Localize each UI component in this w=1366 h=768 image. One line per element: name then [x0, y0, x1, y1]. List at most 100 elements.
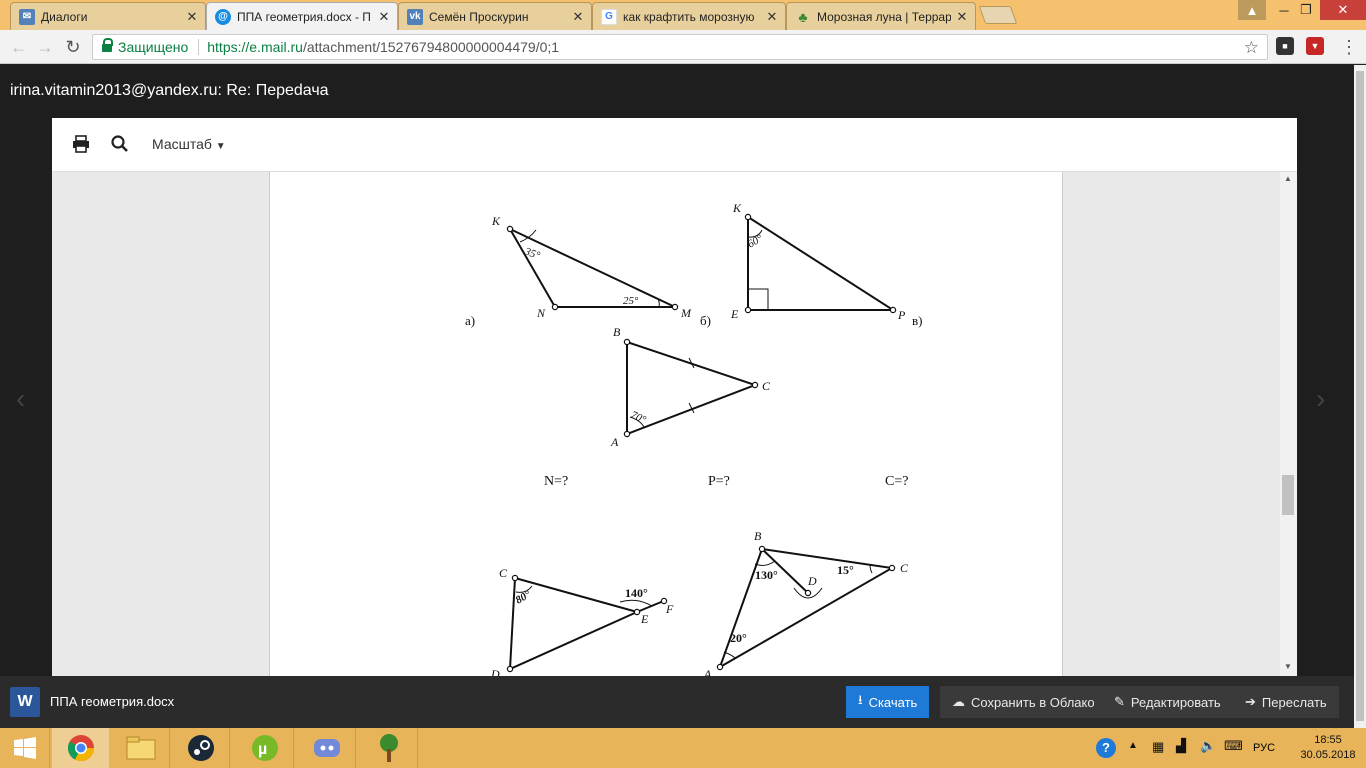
maximize-button[interactable]: ❐ — [1292, 0, 1320, 20]
profile-icon[interactable]: ▲ — [1238, 0, 1266, 20]
angle-label: 80° — [514, 588, 534, 606]
utorrent-icon[interactable]: µ — [236, 728, 294, 768]
close-icon[interactable]: ✕ — [955, 9, 969, 25]
discord-icon[interactable] — [298, 728, 356, 768]
scrollbar-thumb[interactable] — [1282, 475, 1294, 515]
label-C: C — [499, 566, 508, 580]
zoom-dropdown[interactable]: Масштаб ▼ — [152, 136, 226, 152]
forward-arrow-icon: ➔ — [1245, 694, 1256, 709]
geometry-figures: K N M 35° 25° а) K E P 60° б) B A C 70° … — [465, 201, 922, 676]
bookmark-star-icon[interactable]: ☆ — [1244, 38, 1259, 58]
save-to-cloud-button[interactable]: ☁ Сохранить в Облако — [940, 686, 1107, 718]
label-D: D — [490, 667, 500, 676]
windows-start-icon[interactable] — [0, 728, 50, 768]
file-explorer-icon[interactable] — [112, 728, 170, 768]
forward-label: Переслать — [1261, 694, 1327, 710]
angle-label: 20° — [730, 631, 747, 645]
download-extension-icon[interactable]: ▼ — [1306, 37, 1324, 55]
document-page: K N M 35° 25° а) K E P 60° б) B A C 70° … — [269, 172, 1063, 676]
close-icon[interactable]: ✕ — [571, 9, 585, 25]
back-arrow-icon[interactable]: ← — [8, 36, 30, 58]
tab-dialogs[interactable]: ✉ Диалоги ✕ — [10, 2, 206, 30]
zoom-label: Масштаб — [152, 136, 212, 152]
window-close-button[interactable]: ✕ — [1320, 0, 1366, 20]
steam-icon[interactable] — [172, 728, 230, 768]
forward-arrow-icon[interactable]: → — [34, 36, 56, 58]
label-C: C — [900, 561, 909, 575]
chevron-up-icon[interactable]: ▲ — [1128, 740, 1138, 751]
tab-strip: ✉ Диалоги ✕ @ ППА геометрия.docx - П ✕ v… — [0, 0, 1366, 30]
url-host: https://e.mail.ru — [207, 39, 303, 55]
angle-label: 15° — [837, 563, 854, 577]
mail-ru-icon: @ — [215, 8, 231, 25]
download-button[interactable]: ⭳ Скачать — [846, 686, 930, 718]
forward-button[interactable]: ➔ Переслать — [1233, 686, 1339, 718]
pencil-icon: ✎ — [1114, 694, 1125, 709]
date: 30.05.2018 — [1300, 749, 1356, 761]
tab-semyon[interactable]: vk Семён Проскурин ✕ — [398, 2, 592, 30]
adblock-off-icon[interactable]: ■ — [1276, 37, 1294, 55]
reload-icon[interactable]: ↻ — [62, 36, 84, 58]
label-K: K — [491, 214, 501, 228]
terraria-icon[interactable] — [360, 728, 418, 768]
volume-icon[interactable]: 🔈 — [1200, 738, 1216, 754]
prev-arrow-icon[interactable]: ‹ — [16, 383, 25, 415]
right-angle-mark — [747, 288, 769, 311]
chrome-icon[interactable] — [52, 728, 110, 768]
signal-icon[interactable]: ▟ — [1176, 738, 1186, 754]
viewer-title: irina.vitamin2013@yandex.ru: Re: Переdач… — [10, 82, 329, 99]
search-icon[interactable] — [110, 134, 130, 154]
tab-ppa-geometry[interactable]: @ ППА геометрия.docx - П ✕ — [206, 2, 398, 30]
document-area: K N M 35° 25° а) K E P 60° б) B A C 70° … — [52, 172, 1297, 676]
windows-taskbar: µ ? ▲ ▦ ▟ 🔈 ⌨ РУС 18:55 30.05.2018 — [0, 728, 1366, 768]
print-icon[interactable] — [72, 135, 90, 153]
tab-google-search[interactable]: G как крафтить морозную ✕ — [592, 2, 786, 30]
network-icon[interactable]: ▦ — [1152, 739, 1164, 755]
input-language[interactable]: РУС — [1253, 742, 1275, 754]
keyboard-icon[interactable]: ⌨ — [1224, 738, 1243, 754]
label-B: B — [754, 529, 762, 543]
tab-terraria-wiki[interactable]: ♣ Морозная луна | Террар ✕ — [786, 2, 976, 30]
label-M: M — [680, 306, 692, 320]
scrollbar-thumb[interactable] — [1356, 71, 1364, 721]
download-icon: ⭳ — [858, 692, 863, 707]
tab-title: как крафтить морозную — [623, 9, 755, 24]
caret-down-icon: ▼ — [215, 141, 226, 152]
label-P: P — [897, 308, 906, 322]
save-cloud-label: Сохранить в Облако — [971, 694, 1095, 710]
label-E: E — [640, 612, 649, 626]
download-label: Скачать — [868, 694, 918, 710]
answer-p: P=? — [708, 474, 730, 489]
svg-text:µ: µ — [258, 741, 267, 758]
close-icon[interactable]: ✕ — [185, 9, 199, 25]
attachment-action-bar: W ППА геометрия.docx ⭳ Скачать ☁ Сохранить… — [0, 676, 1354, 728]
secure-label: Защищено — [118, 39, 189, 55]
address-bar[interactable]: Защищено https://e.mail.ru/attachment/15… — [92, 34, 1268, 60]
help-icon[interactable]: ? — [1096, 738, 1116, 758]
label-N: N — [536, 306, 546, 320]
address-row: ← → ↻ Защищено https://e.mail.ru/attachm… — [0, 30, 1366, 64]
cloud-icon: ☁ — [952, 694, 965, 709]
tab-title: Семён Проскурин — [429, 9, 529, 24]
triangle-knm — [507, 226, 676, 308]
angle-label: 130° — [755, 568, 778, 582]
angle-label: 35° — [522, 245, 542, 262]
clock[interactable]: 18:55 30.05.2018 — [1298, 733, 1358, 763]
url-path: /attachment/15276794800000004479/0;1 — [302, 39, 560, 55]
word-file-icon: W — [10, 687, 40, 717]
scroll-down-icon[interactable]: ▼ — [1284, 662, 1292, 671]
close-icon[interactable]: ✕ — [765, 9, 779, 25]
google-icon: G — [601, 8, 617, 25]
scroll-up-icon[interactable]: ▲ — [1284, 174, 1292, 183]
next-arrow-icon[interactable]: › — [1316, 383, 1325, 415]
menu-icon[interactable]: ⋮ — [1340, 36, 1358, 58]
page-scrollbar[interactable] — [1354, 65, 1366, 728]
quad-bcda — [718, 547, 895, 670]
angle-label: 25° — [623, 295, 639, 307]
divider — [198, 39, 200, 55]
file-name: ППА геометрия.docx — [50, 694, 175, 709]
edit-button[interactable]: ✎ Редактировать — [1102, 686, 1233, 718]
new-tab-button[interactable] — [978, 6, 1018, 24]
close-icon[interactable]: ✕ — [377, 9, 391, 25]
document-scrollbar[interactable]: ▲ ▼ — [1280, 172, 1297, 676]
